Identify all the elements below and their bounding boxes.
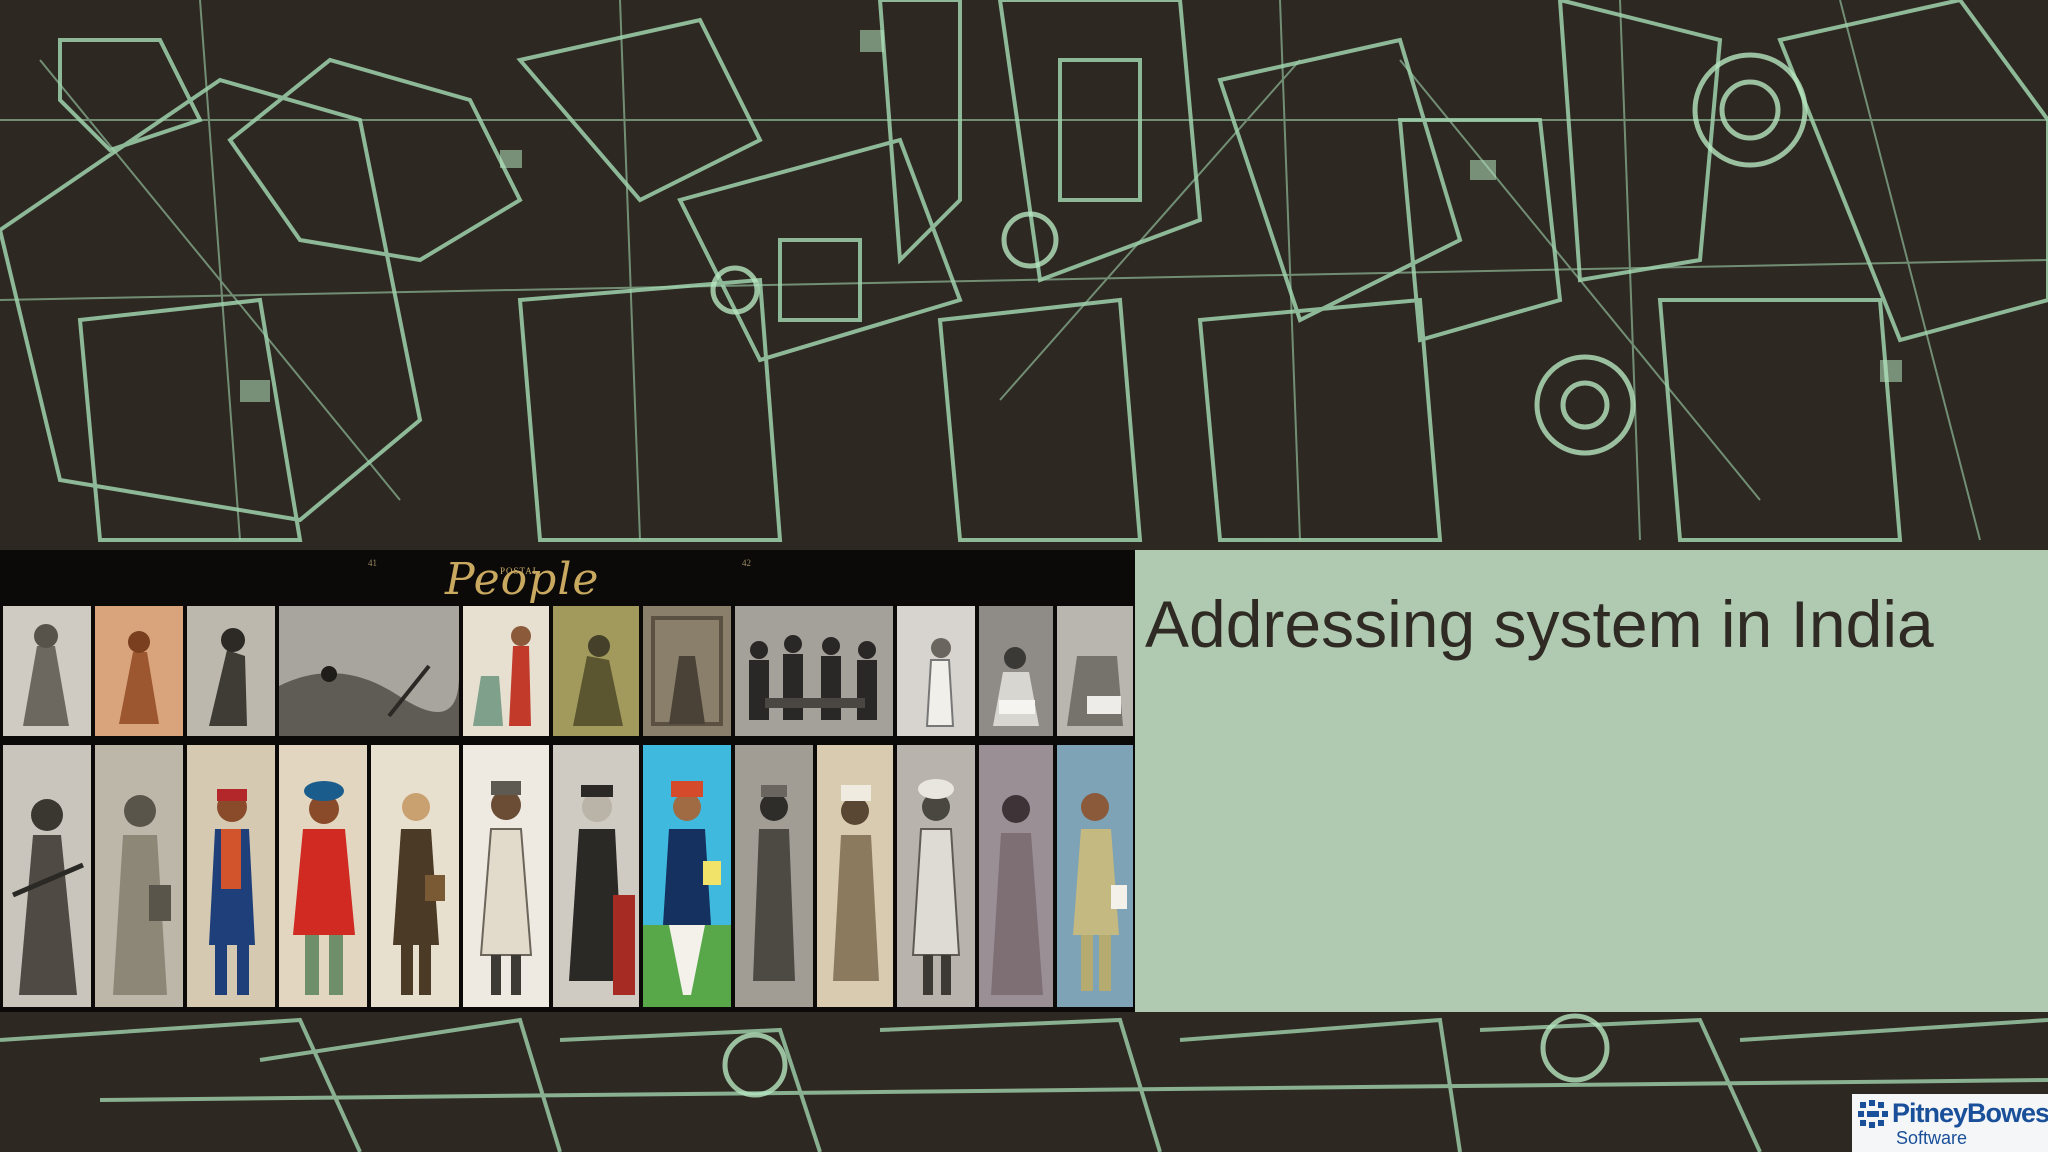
collage-photo [1057, 745, 1133, 1007]
logo-name: PitneyBowes [1892, 1098, 2048, 1128]
collage-photo [95, 745, 183, 1007]
pitney-bowes-logo: PitneyBowes Software [1852, 1094, 2048, 1152]
postal-people-collage: 41 People POSTAL 42 [0, 550, 1135, 1012]
collage-photo [463, 606, 549, 736]
logo-subtitle: Software [1896, 1128, 1968, 1148]
collage-photo [95, 606, 183, 736]
collage-photo [643, 745, 731, 1007]
collage-photo [187, 606, 275, 736]
collage-header: 41 People POSTAL 42 [0, 550, 1135, 605]
collage-photo [1057, 606, 1133, 736]
collage-photo [979, 745, 1053, 1007]
collage-photo [817, 745, 893, 1007]
collage-photo [463, 745, 549, 1007]
collage-photo [371, 745, 459, 1007]
collage-photo [553, 606, 639, 736]
collage-photo [279, 745, 367, 1007]
collage-photo [3, 606, 91, 736]
collage-title-prefix: POSTAL [500, 566, 540, 576]
title-panel: Addressing system in India [1135, 550, 2048, 1012]
collage-page-left: 41 [368, 558, 377, 568]
collage-photo [897, 606, 975, 736]
collage-title: People [445, 554, 600, 605]
pitney-bowes-mark-icon [1858, 1100, 1888, 1128]
slide-title: Addressing system in India [1145, 587, 1934, 661]
collage-photo [897, 745, 975, 1007]
collage-photo [979, 606, 1053, 736]
collage-photo [735, 606, 893, 736]
collage-photo [279, 606, 459, 736]
collage-photo [643, 606, 731, 736]
collage-photo [3, 745, 91, 1007]
collage-page-right: 42 [742, 558, 751, 568]
collage-photo [187, 745, 275, 1007]
collage-photo [553, 745, 639, 1007]
collage-photo [735, 745, 813, 1007]
